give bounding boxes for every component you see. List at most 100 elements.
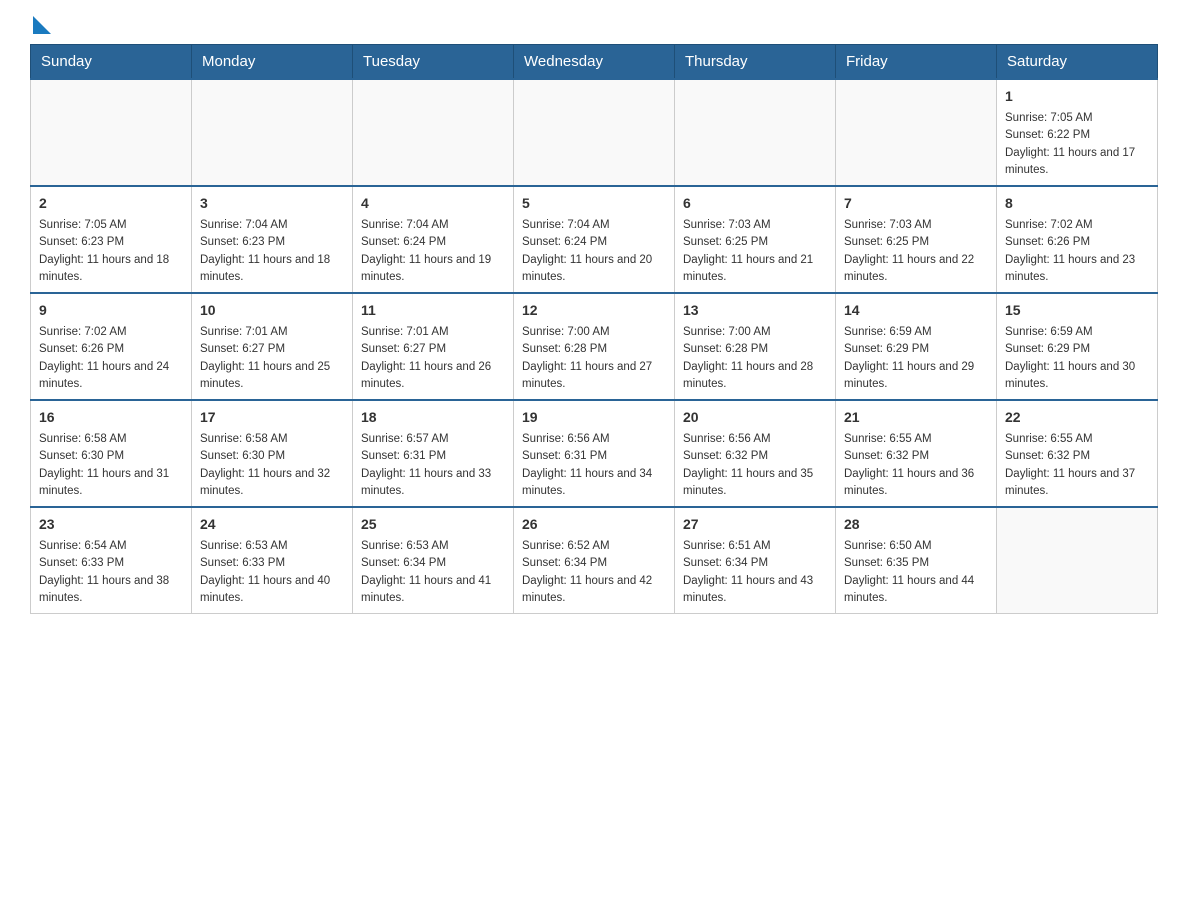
weekday-header-row: SundayMondayTuesdayWednesdayThursdayFrid… (31, 45, 1158, 80)
page-header (30, 20, 1158, 34)
day-number: 14 (844, 300, 988, 321)
calendar-cell: 10Sunrise: 7:01 AM Sunset: 6:27 PM Dayli… (192, 293, 353, 400)
day-info: Sunrise: 6:58 AM Sunset: 6:30 PM Dayligh… (39, 431, 183, 500)
calendar-cell: 5 Sunrise: 7:04 AM Sunset: 6:24 PM Daylig… (514, 186, 675, 293)
calendar-cell: 16 Sunrise: 6:58 AM Sunset: 6:30 PM Dayli… (31, 400, 192, 507)
calendar-cell: 24 Sunrise: 6:53 AM Sunset: 6:33 PM Dayli… (192, 507, 353, 614)
calendar-cell: 1 Sunrise: 7:05 AM Sunset: 6:22 PM Daylig… (997, 79, 1158, 186)
weekday-header-wednesday: Wednesday (514, 45, 675, 80)
day-number: 18 (361, 407, 505, 428)
day-number: 8 (1005, 193, 1149, 214)
calendar-cell: 14 Sunrise: 6:59 AM Sunset: 6:29 PM Dayli… (836, 293, 997, 400)
day-number: 1 (1005, 86, 1149, 107)
calendar-week-5: 23 Sunrise: 6:54 AM Sunset: 6:33 PM Dayli… (31, 507, 1158, 614)
day-info: Sunrise: 6:51 AM Sunset: 6:34 PM Dayligh… (683, 538, 827, 607)
weekday-header-saturday: Saturday (997, 45, 1158, 80)
day-number: 22 (1005, 407, 1149, 428)
day-number: 26 (522, 514, 666, 535)
calendar-cell: 7 Sunrise: 7:03 AM Sunset: 6:25 PM Daylig… (836, 186, 997, 293)
day-number: 7 (844, 193, 988, 214)
day-number: 21 (844, 407, 988, 428)
calendar-body: 1 Sunrise: 7:05 AM Sunset: 6:22 PM Daylig… (31, 79, 1158, 614)
day-number: 25 (361, 514, 505, 535)
weekday-header-thursday: Thursday (675, 45, 836, 80)
day-info: Sunrise: 6:54 AM Sunset: 6:33 PM Dayligh… (39, 538, 183, 607)
day-number: 10 (200, 300, 344, 321)
calendar-cell (836, 79, 997, 186)
weekday-header-friday: Friday (836, 45, 997, 80)
day-number: 6 (683, 193, 827, 214)
calendar-cell: 13 Sunrise: 7:00 AM Sunset: 6:28 PM Dayli… (675, 293, 836, 400)
calendar-cell: 11 Sunrise: 7:01 AM Sunset: 6:27 PM Dayli… (353, 293, 514, 400)
calendar-cell: 17 Sunrise: 6:58 AM Sunset: 6:30 PM Dayli… (192, 400, 353, 507)
calendar-cell: 23 Sunrise: 6:54 AM Sunset: 6:33 PM Dayli… (31, 507, 192, 614)
day-number: 5 (522, 193, 666, 214)
day-info: Sunrise: 6:52 AM Sunset: 6:34 PM Dayligh… (522, 538, 666, 607)
day-number: 19 (522, 407, 666, 428)
calendar-cell: 18 Sunrise: 6:57 AM Sunset: 6:31 PM Dayli… (353, 400, 514, 507)
calendar-cell: 8 Sunrise: 7:02 AM Sunset: 6:26 PM Daylig… (997, 186, 1158, 293)
calendar-cell: 20 Sunrise: 6:56 AM Sunset: 6:32 PM Dayli… (675, 400, 836, 507)
day-info: Sunrise: 6:58 AM Sunset: 6:30 PM Dayligh… (200, 431, 344, 500)
day-info: Sunrise: 6:57 AM Sunset: 6:31 PM Dayligh… (361, 431, 505, 500)
calendar-cell (675, 79, 836, 186)
day-info: Sunrise: 6:55 AM Sunset: 6:32 PM Dayligh… (844, 431, 988, 500)
calendar-cell (997, 507, 1158, 614)
day-info: Sunrise: 6:59 AM Sunset: 6:29 PM Dayligh… (1005, 324, 1149, 393)
day-number: 12 (522, 300, 666, 321)
logo-triangle-icon (33, 16, 51, 34)
day-number: 17 (200, 407, 344, 428)
day-info: Sunrise: 6:53 AM Sunset: 6:33 PM Dayligh… (200, 538, 344, 607)
day-info: Sunrise: 6:56 AM Sunset: 6:31 PM Dayligh… (522, 431, 666, 500)
calendar-cell: 6 Sunrise: 7:03 AM Sunset: 6:25 PM Daylig… (675, 186, 836, 293)
day-number: 27 (683, 514, 827, 535)
calendar-cell (192, 79, 353, 186)
day-info: Sunrise: 6:59 AM Sunset: 6:29 PM Dayligh… (844, 324, 988, 393)
calendar-cell: 26 Sunrise: 6:52 AM Sunset: 6:34 PM Dayli… (514, 507, 675, 614)
calendar-cell (353, 79, 514, 186)
calendar-cell: 25 Sunrise: 6:53 AM Sunset: 6:34 PM Dayli… (353, 507, 514, 614)
day-info: Sunrise: 7:00 AM Sunset: 6:28 PM Dayligh… (683, 324, 827, 393)
day-number: 24 (200, 514, 344, 535)
day-number: 9 (39, 300, 183, 321)
calendar-cell (514, 79, 675, 186)
calendar-cell: 12 Sunrise: 7:00 AM Sunset: 6:28 PM Dayli… (514, 293, 675, 400)
day-info: Sunrise: 7:02 AM Sunset: 6:26 PM Dayligh… (39, 324, 183, 393)
calendar-cell: 15 Sunrise: 6:59 AM Sunset: 6:29 PM Dayli… (997, 293, 1158, 400)
calendar-cell: 21 Sunrise: 6:55 AM Sunset: 6:32 PM Dayli… (836, 400, 997, 507)
day-number: 13 (683, 300, 827, 321)
day-info: Sunrise: 6:55 AM Sunset: 6:32 PM Dayligh… (1005, 431, 1149, 500)
day-info: Sunrise: 7:05 AM Sunset: 6:22 PM Dayligh… (1005, 110, 1149, 179)
calendar-week-2: 2Sunrise: 7:05 AM Sunset: 6:23 PM Daylig… (31, 186, 1158, 293)
day-number: 15 (1005, 300, 1149, 321)
calendar-cell: 19 Sunrise: 6:56 AM Sunset: 6:31 PM Dayli… (514, 400, 675, 507)
day-number: 23 (39, 514, 183, 535)
calendar-table: SundayMondayTuesdayWednesdayThursdayFrid… (30, 44, 1158, 614)
calendar-cell: 2Sunrise: 7:05 AM Sunset: 6:23 PM Daylig… (31, 186, 192, 293)
calendar-cell: 9 Sunrise: 7:02 AM Sunset: 6:26 PM Daylig… (31, 293, 192, 400)
day-info: Sunrise: 7:03 AM Sunset: 6:25 PM Dayligh… (844, 217, 988, 286)
day-number: 20 (683, 407, 827, 428)
day-info: Sunrise: 7:04 AM Sunset: 6:24 PM Dayligh… (361, 217, 505, 286)
day-number: 11 (361, 300, 505, 321)
weekday-header-sunday: Sunday (31, 45, 192, 80)
day-info: Sunrise: 7:02 AM Sunset: 6:26 PM Dayligh… (1005, 217, 1149, 286)
day-info: Sunrise: 7:04 AM Sunset: 6:24 PM Dayligh… (522, 217, 666, 286)
calendar-week-4: 16 Sunrise: 6:58 AM Sunset: 6:30 PM Dayli… (31, 400, 1158, 507)
day-info: Sunrise: 6:56 AM Sunset: 6:32 PM Dayligh… (683, 431, 827, 500)
day-info: Sunrise: 6:53 AM Sunset: 6:34 PM Dayligh… (361, 538, 505, 607)
day-number: 16 (39, 407, 183, 428)
calendar-cell: 27 Sunrise: 6:51 AM Sunset: 6:34 PM Dayli… (675, 507, 836, 614)
day-info: Sunrise: 7:03 AM Sunset: 6:25 PM Dayligh… (683, 217, 827, 286)
day-info: Sunrise: 7:00 AM Sunset: 6:28 PM Dayligh… (522, 324, 666, 393)
day-info: Sunrise: 7:01 AM Sunset: 6:27 PM Dayligh… (361, 324, 505, 393)
day-info: Sunrise: 7:05 AM Sunset: 6:23 PM Dayligh… (39, 217, 183, 286)
logo (30, 20, 51, 34)
calendar-cell (31, 79, 192, 186)
calendar-header: SundayMondayTuesdayWednesdayThursdayFrid… (31, 45, 1158, 80)
calendar-cell: 4Sunrise: 7:04 AM Sunset: 6:24 PM Daylig… (353, 186, 514, 293)
calendar-cell: 3Sunrise: 7:04 AM Sunset: 6:23 PM Daylig… (192, 186, 353, 293)
calendar-cell: 22 Sunrise: 6:55 AM Sunset: 6:32 PM Dayli… (997, 400, 1158, 507)
calendar-cell: 28Sunrise: 6:50 AM Sunset: 6:35 PM Dayli… (836, 507, 997, 614)
day-number: 3 (200, 193, 344, 214)
